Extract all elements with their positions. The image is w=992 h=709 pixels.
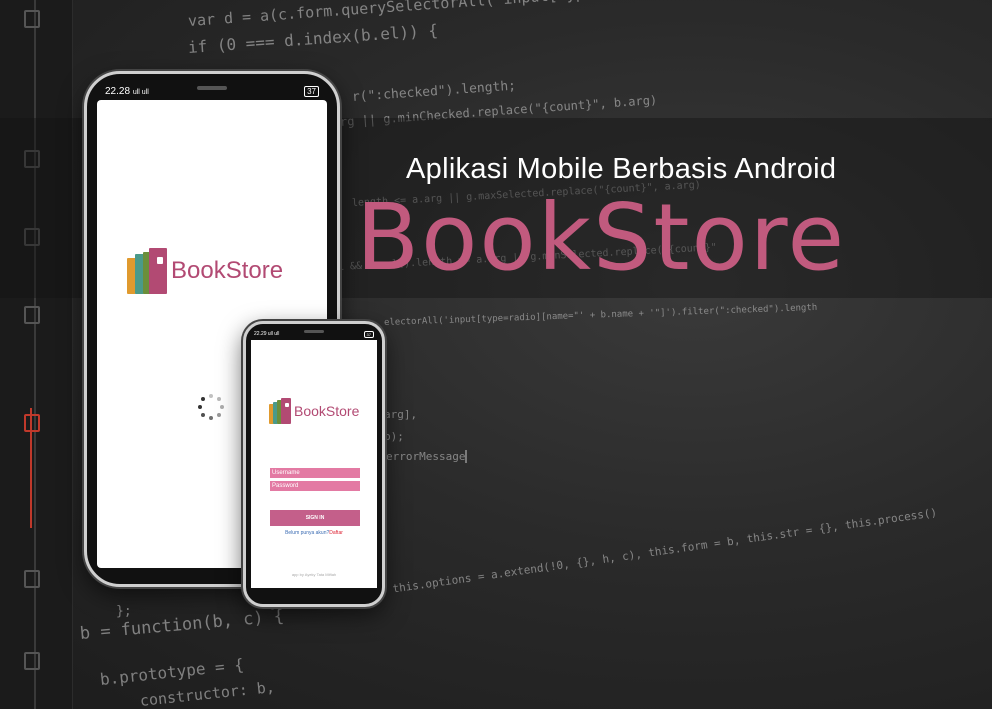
status-bar: 22.29 ull ull 37 xyxy=(246,327,382,341)
battery-icon: 37 xyxy=(304,85,319,97)
app-credit: app by Ayeky Tata Miftah xyxy=(291,572,337,577)
app-logo: BookStore xyxy=(127,248,283,294)
logo-text: BookStore xyxy=(171,257,284,284)
hero-image: var d = a(c.form.querySelectorAll("input… xyxy=(0,0,992,709)
code-line: errorMessage xyxy=(386,450,468,463)
hero-title: BookStore xyxy=(356,184,847,291)
editor-gutter xyxy=(0,0,73,709)
code-line: b); xyxy=(384,430,404,443)
signal-icon: ull ull xyxy=(267,331,280,337)
code-line: r(":checked").length; xyxy=(351,78,517,105)
books-icon xyxy=(269,398,293,424)
register-prompt-text: Belum punya akun? xyxy=(285,530,330,536)
code-line: b = function(b, c) { xyxy=(79,606,285,644)
fold-icon xyxy=(24,570,40,588)
status-time: 22.29 xyxy=(254,331,267,337)
code-line: }; xyxy=(116,604,132,619)
fold-icon xyxy=(24,10,40,28)
phone-login-screen: 22.29 ull ull 37 BookStore Username Pass… xyxy=(243,321,385,607)
code-line: var d = a(c.form.querySelectorAll("input… xyxy=(187,0,936,30)
code-line: arg], xyxy=(384,408,418,421)
books-icon xyxy=(127,248,169,294)
status-time: 22.28 xyxy=(105,85,131,97)
code-line: electorAll('input[type=radio][name="' + … xyxy=(383,302,818,328)
fold-icon xyxy=(24,306,40,324)
battery-icon: 37 xyxy=(363,330,374,338)
fold-icon xyxy=(24,652,40,670)
sign-in-button[interactable]: SIGN IN xyxy=(270,510,360,526)
register-link[interactable]: Daftar xyxy=(329,530,343,536)
app-logo: BookStore xyxy=(269,398,359,424)
login-screen: BookStore Username Password SIGN IN Belu… xyxy=(251,340,377,588)
hero-subtitle: Aplikasi Mobile Berbasis Android xyxy=(406,153,837,185)
signal-icon: ull ull xyxy=(132,88,149,96)
password-field[interactable]: Password xyxy=(270,481,360,491)
register-prompt: Belum punya akun?Daftar xyxy=(251,530,377,536)
username-field[interactable]: Username xyxy=(270,468,360,478)
logo-text: BookStore xyxy=(294,403,360,419)
loading-spinner-icon xyxy=(197,394,225,422)
